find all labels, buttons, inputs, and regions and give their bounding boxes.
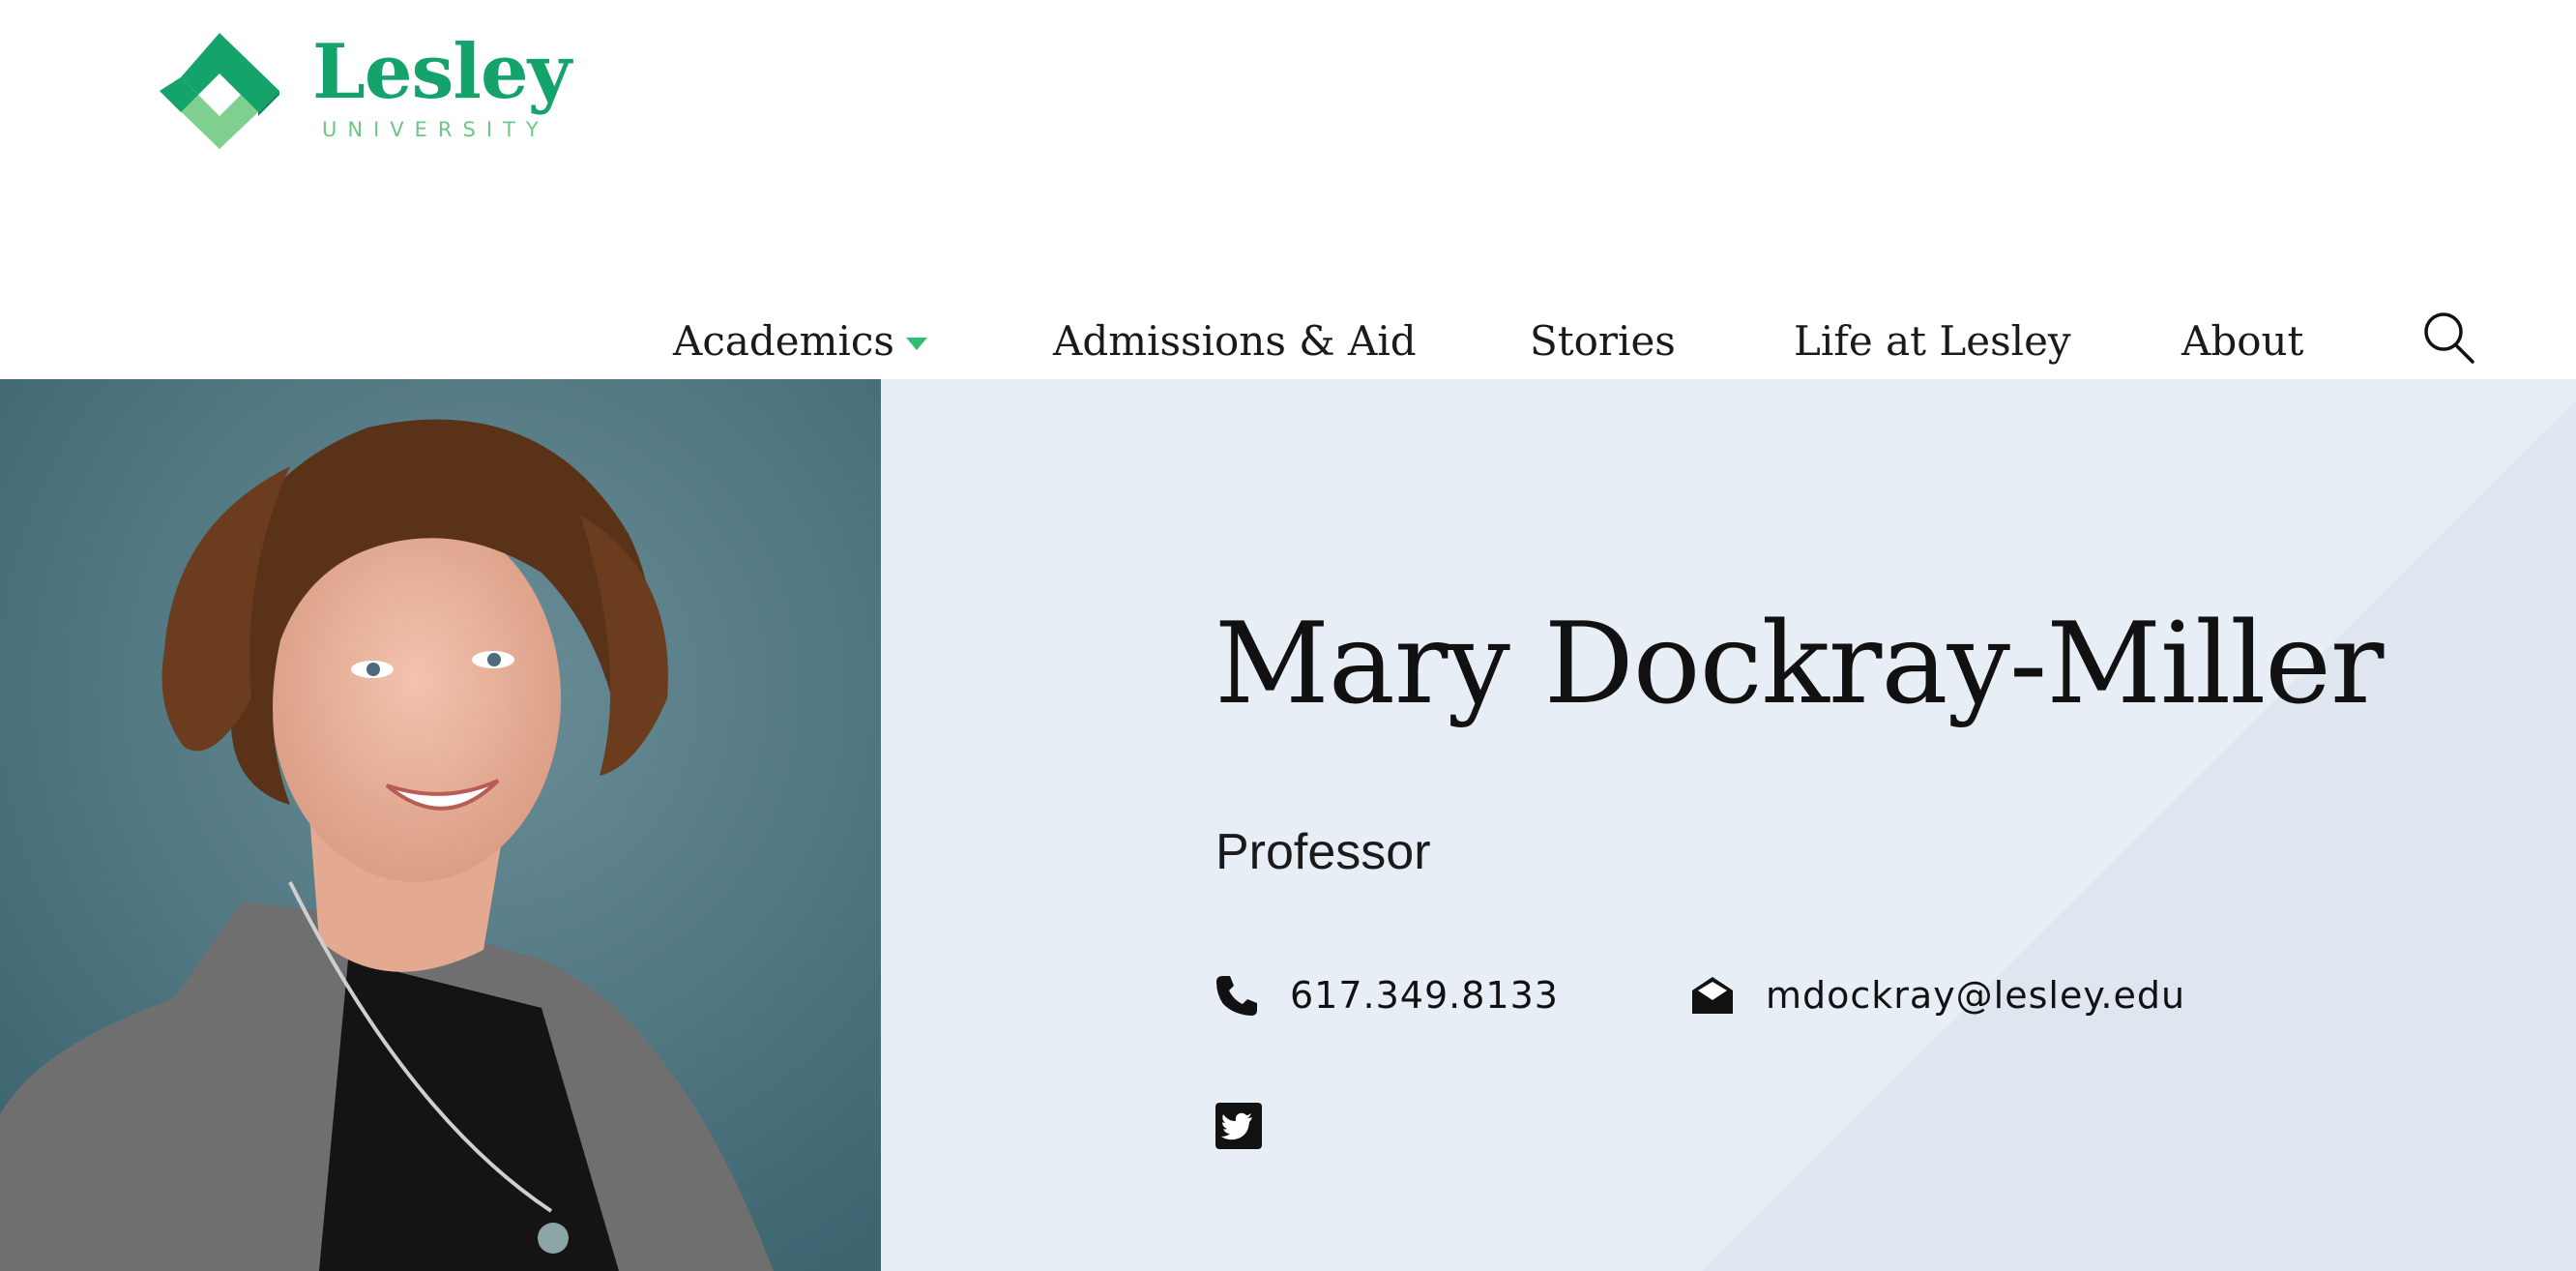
envelope-icon bbox=[1692, 977, 1733, 1014]
nav-item-stories[interactable]: Stories bbox=[1530, 310, 1676, 373]
contact-email[interactable]: mdockray@lesley.edu bbox=[1690, 971, 2185, 1020]
phone-icon bbox=[1216, 976, 1257, 1016]
person-job-title: Professor bbox=[1215, 824, 1431, 880]
nav-item-life-at-lesley[interactable]: Life at Lesley bbox=[1794, 310, 2071, 373]
logo-subtitle: UNIVERSITY bbox=[322, 118, 549, 141]
email-address[interactable]: mdockray@lesley.edu bbox=[1766, 974, 2185, 1017]
lesley-diamond-logo-icon bbox=[160, 33, 279, 149]
site-header: Lesley UNIVERSITY Academics Admissions &… bbox=[0, 0, 2576, 379]
nav-item-admissions-aid[interactable]: Admissions & Aid bbox=[1053, 310, 1417, 373]
nav-item-about[interactable]: About bbox=[2181, 310, 2303, 373]
search-icon[interactable] bbox=[2421, 310, 2475, 366]
main-navigation: Academics Admissions & Aid Stories Life … bbox=[0, 310, 2576, 373]
phone-number[interactable]: 617.349.8133 bbox=[1290, 974, 1559, 1017]
twitter-icon[interactable] bbox=[1215, 1103, 1262, 1149]
person-name: Mary Dockray-Miller bbox=[1215, 599, 2384, 729]
profile-hero: Mary Dockray-Miller Professor 617.349.81… bbox=[0, 379, 2576, 1271]
nav-item-academics[interactable]: Academics bbox=[673, 310, 894, 373]
chevron-down-icon[interactable] bbox=[906, 338, 927, 350]
logo-wordmark: Lesley bbox=[312, 28, 571, 116]
contact-phone[interactable]: 617.349.8133 bbox=[1215, 971, 1559, 1020]
portrait-photo bbox=[0, 379, 881, 1271]
lesley-university-logo[interactable]: Lesley UNIVERSITY bbox=[160, 33, 585, 151]
